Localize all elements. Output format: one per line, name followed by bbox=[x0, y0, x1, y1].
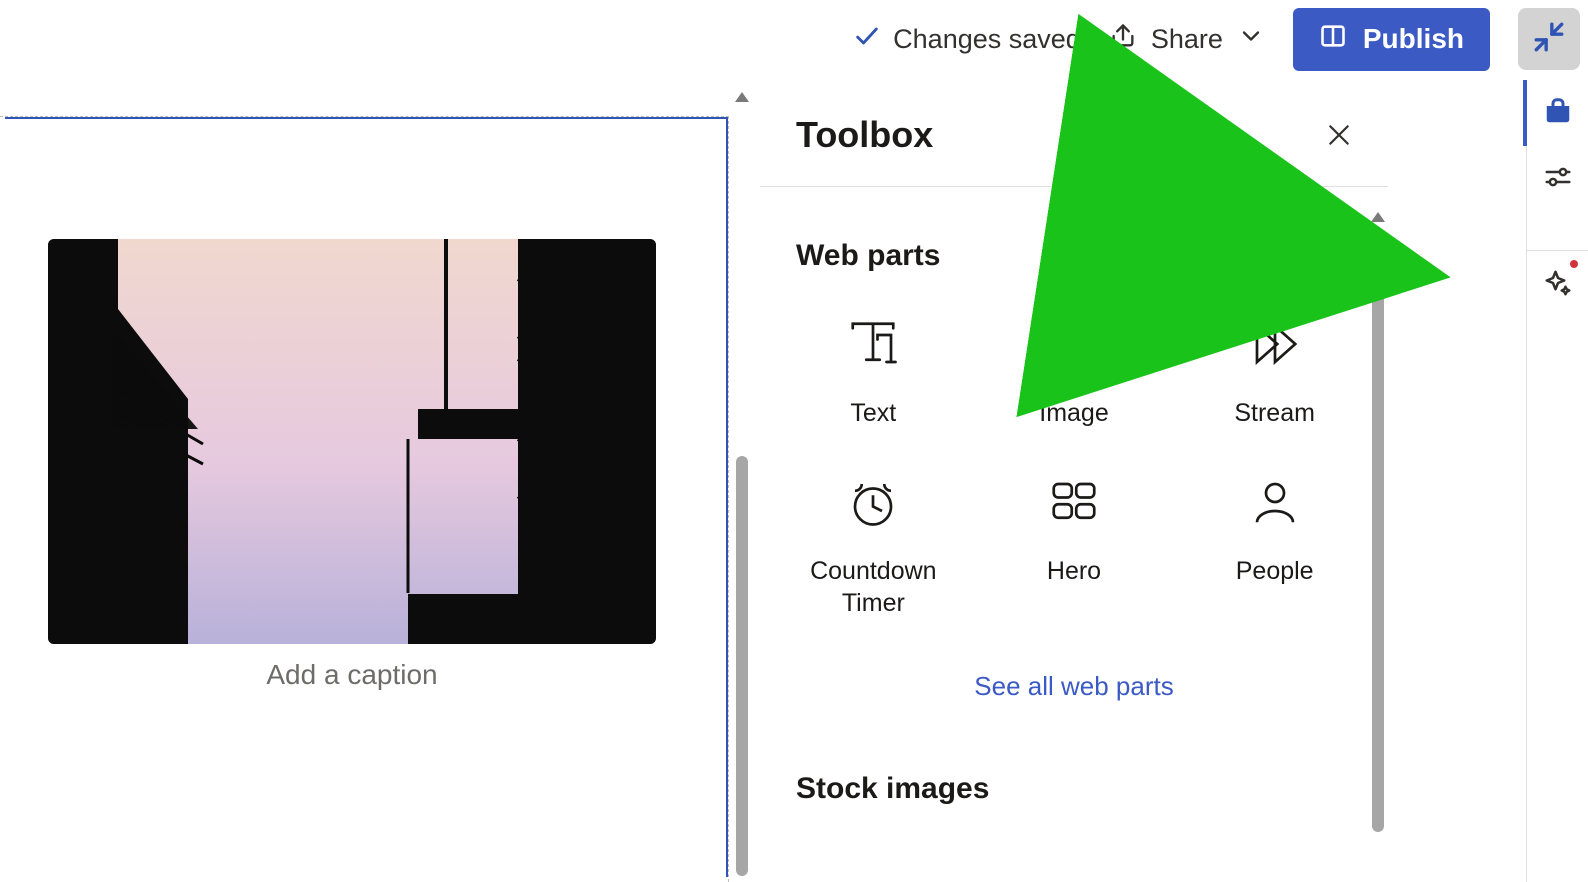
sparkle-icon bbox=[1543, 268, 1573, 303]
scroll-up-icon[interactable] bbox=[732, 88, 752, 108]
sliders-icon bbox=[1543, 162, 1573, 197]
see-all-web-parts-link[interactable]: See all web parts bbox=[760, 671, 1388, 702]
rail-copilot-button[interactable] bbox=[1527, 252, 1588, 318]
webpart-label: Countdown Timer bbox=[810, 556, 936, 619]
stock-images-heading: Stock images bbox=[760, 702, 1388, 816]
share-label: Share bbox=[1151, 24, 1223, 55]
countdown-timer-icon bbox=[846, 475, 900, 534]
text-icon bbox=[846, 317, 900, 376]
rail-divider bbox=[1527, 250, 1588, 251]
webpart-image[interactable]: Image bbox=[979, 311, 1170, 435]
image-placeholder-illustration bbox=[48, 239, 656, 644]
webpart-stream[interactable]: Stream bbox=[1179, 311, 1370, 435]
save-status-text: Changes saved bbox=[893, 24, 1081, 55]
toolbox-icon bbox=[1543, 96, 1573, 131]
image-icon bbox=[1047, 317, 1101, 376]
image-caption-input[interactable]: Add a caption bbox=[48, 659, 656, 691]
canvas-scrollbar[interactable] bbox=[732, 88, 752, 882]
book-open-icon bbox=[1319, 22, 1347, 57]
hero-icon bbox=[1047, 475, 1101, 534]
checkmark-icon bbox=[853, 22, 881, 57]
selected-webpart-outline[interactable]: Add a caption bbox=[5, 117, 728, 877]
toolbox-panel: Toolbox Web parts Text Image bbox=[760, 78, 1388, 882]
webpart-people[interactable]: People bbox=[1179, 469, 1370, 625]
close-icon[interactable] bbox=[1326, 122, 1352, 148]
canvas-section: Add a caption bbox=[0, 116, 729, 882]
people-icon bbox=[1248, 475, 1302, 534]
toolbox-title: Toolbox bbox=[796, 114, 933, 156]
toolbox-scrollbar[interactable] bbox=[1368, 208, 1388, 878]
webpart-label: People bbox=[1236, 556, 1314, 587]
publish-button[interactable]: Publish bbox=[1293, 8, 1490, 71]
webpart-label: Text bbox=[850, 398, 896, 429]
chevron-down-icon bbox=[1237, 22, 1265, 57]
rail-toolbox-button[interactable] bbox=[1527, 80, 1588, 146]
scrollbar-thumb[interactable] bbox=[736, 456, 748, 876]
collapse-pane-button[interactable] bbox=[1518, 8, 1580, 70]
toolbox-header: Toolbox bbox=[760, 78, 1388, 187]
scrollbar-thumb[interactable] bbox=[1372, 232, 1384, 832]
scroll-up-icon[interactable] bbox=[1368, 208, 1388, 228]
collapse-icon bbox=[1532, 20, 1566, 59]
web-parts-heading: Web parts bbox=[760, 187, 1388, 283]
top-action-bar: Changes saved Share Publish bbox=[825, 0, 1588, 72]
webpart-label: Hero bbox=[1047, 556, 1101, 587]
webpart-hero[interactable]: Hero bbox=[979, 469, 1170, 625]
web-parts-grid: Text Image Stream bbox=[760, 283, 1388, 625]
share-button[interactable]: Share bbox=[1109, 22, 1265, 57]
webpart-label: Image bbox=[1039, 398, 1108, 429]
save-status: Changes saved bbox=[853, 22, 1081, 57]
stream-icon bbox=[1248, 317, 1302, 376]
notification-dot-icon bbox=[1570, 260, 1578, 268]
image-webpart[interactable] bbox=[48, 239, 656, 644]
right-rail bbox=[1526, 80, 1588, 882]
webpart-text[interactable]: Text bbox=[778, 311, 969, 435]
share-icon bbox=[1109, 22, 1137, 57]
rail-settings-button[interactable] bbox=[1527, 146, 1588, 212]
publish-label: Publish bbox=[1363, 23, 1464, 55]
webpart-countdown-timer[interactable]: Countdown Timer bbox=[778, 469, 969, 625]
webpart-label: Stream bbox=[1234, 398, 1315, 429]
